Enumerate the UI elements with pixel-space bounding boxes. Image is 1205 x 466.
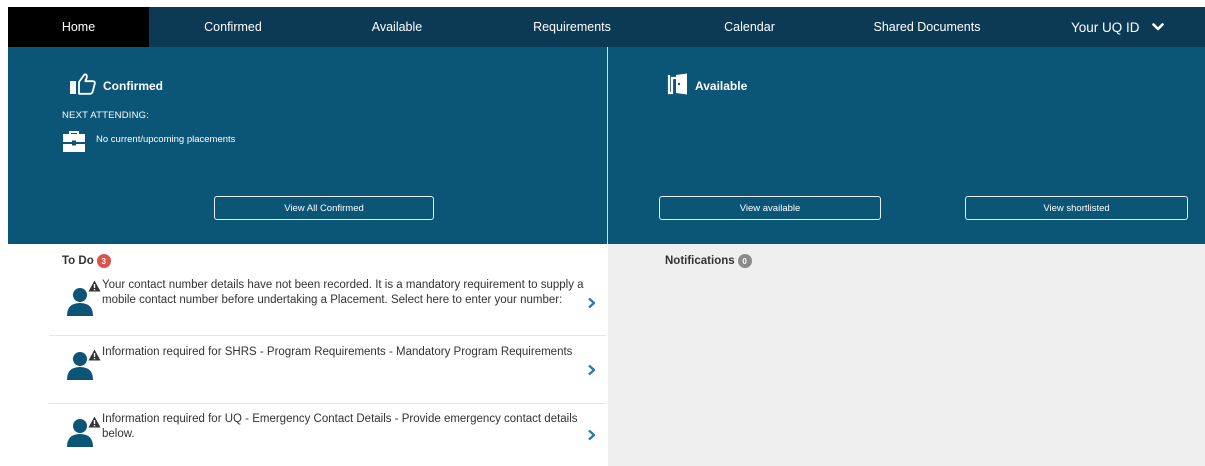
chevron-right-icon[interactable] [587,296,597,314]
door-icon [667,73,689,98]
summary-panels: Confirmed NEXT ATTENDING: No current/upc… [8,47,1205,244]
user-menu-label: Your UQ ID [1071,19,1140,35]
nav-confirmed[interactable]: Confirmed [149,7,317,47]
placement-status: No current/upcoming placements [62,129,235,156]
notifications-header: Notifications 0 [665,254,752,268]
next-attending-label: NEXT ATTENDING: [62,110,150,121]
notifications-section: Notifications 0 [608,244,1205,466]
todo-item[interactable]: Information required for UQ - Emergency … [49,404,606,460]
thumbs-up-icon [69,73,97,98]
todo-header: To Do 3 [62,254,111,268]
user-menu[interactable]: Your UQ ID [1022,7,1205,47]
notifications-count-badge: 0 [737,254,752,268]
available-panel-title: Available [667,73,747,98]
nav-shared-documents[interactable]: Shared Documents [832,7,1022,47]
view-shortlisted-button[interactable]: View shortlisted [965,196,1188,220]
top-navigation: Home Confirmed Available Requirements Ca… [8,7,1205,47]
warning-icon [88,415,101,433]
todo-item-text: Your contact number details have not bee… [102,279,584,306]
view-available-button[interactable]: View available [659,196,881,220]
nav-home[interactable]: Home [8,7,149,47]
warning-icon [88,279,101,297]
todo-item-text: Information required for SHRS - Program … [102,346,573,358]
chevron-down-icon[interactable] [1151,22,1164,32]
briefcase-icon [62,129,86,156]
placement-text: No current/upcoming placements [96,134,236,145]
confirmed-panel-title: Confirmed [69,73,163,98]
available-panel: Available View available View shortliste… [608,47,1205,244]
todo-section: To Do 3 Your contact number details have… [0,244,608,466]
lower-section: To Do 3 Your contact number details have… [0,244,1205,466]
warning-icon [88,348,101,366]
chevron-right-icon[interactable] [587,428,597,446]
todo-count-badge: 3 [96,254,111,268]
notifications-title: Notifications [665,255,735,267]
todo-item[interactable]: Information required for SHRS - Program … [49,336,606,404]
todo-item[interactable]: Your contact number details have not bee… [49,276,606,336]
nav-requirements[interactable]: Requirements [477,7,667,47]
confirmed-panel: Confirmed NEXT ATTENDING: No current/upc… [8,47,608,244]
confirmed-title: Confirmed [103,78,163,93]
available-title: Available [695,78,748,93]
todo-title: To Do [62,255,94,267]
view-all-confirmed-button[interactable]: View All Confirmed [214,196,434,220]
nav-available[interactable]: Available [317,7,477,47]
nav-calendar[interactable]: Calendar [667,7,832,47]
todo-item-text: Information required for UQ - Emergency … [102,413,578,440]
chevron-right-icon[interactable] [587,363,597,381]
